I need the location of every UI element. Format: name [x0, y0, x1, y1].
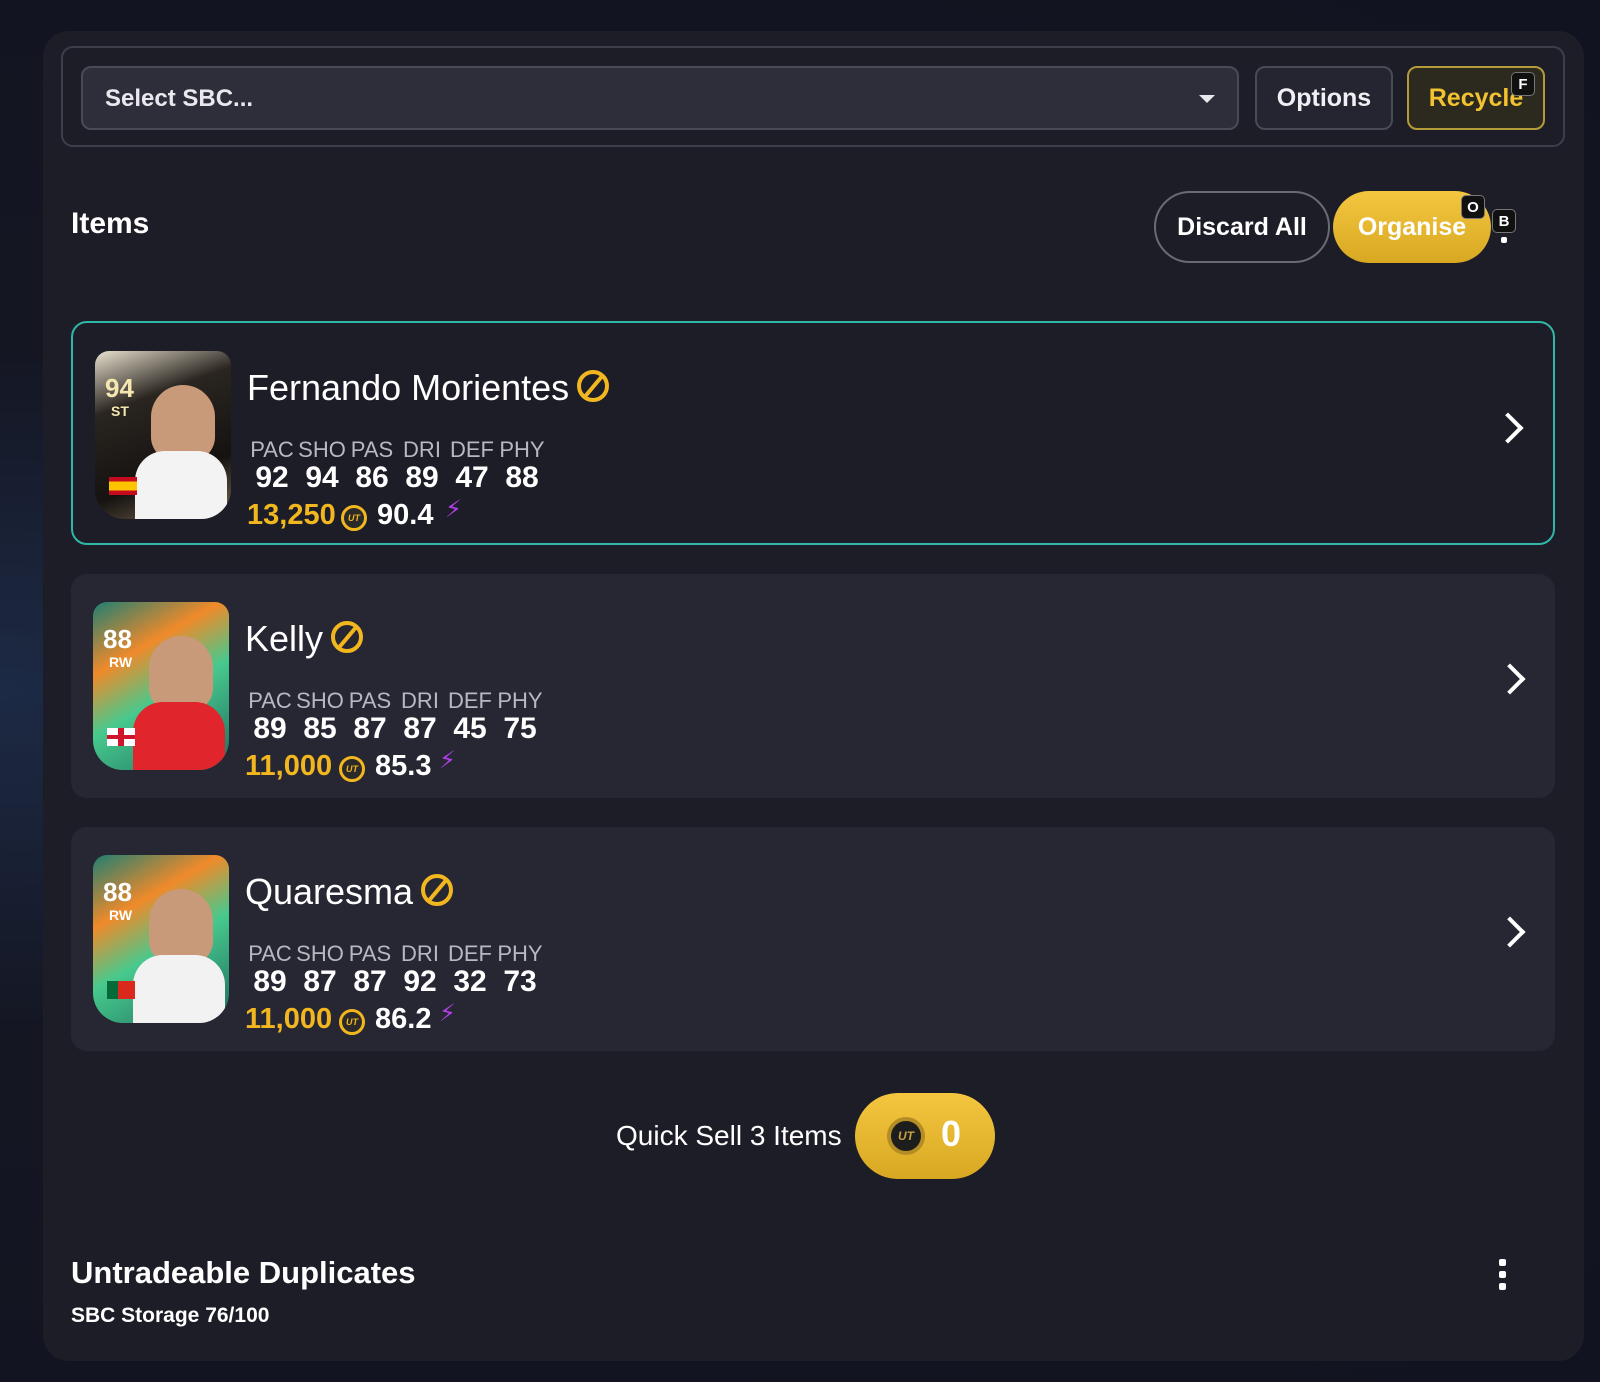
recycle-hotkey-badge: F: [1511, 72, 1535, 96]
options-button[interactable]: Options: [1255, 66, 1393, 130]
player-shirt: [133, 702, 225, 770]
chevron-down-icon: [1199, 95, 1215, 103]
player-item-quaresma[interactable]: 88 RW Quaresma PAC 89 SHO 87 PAS 87 DRI 92 D…: [71, 827, 1555, 1051]
player-rating: 85.3: [375, 750, 432, 782]
price-value: 11,000: [245, 750, 333, 782]
player-name-row: Fernando Morientes: [247, 367, 610, 409]
stat-def: DEF 47: [450, 437, 494, 494]
player-name: Kelly: [245, 618, 324, 659]
coin-icon: UT: [339, 756, 365, 782]
player-card-image: 88 RW: [93, 855, 229, 1023]
evolution-icon: ⚡: [439, 1000, 456, 1027]
organise-button[interactable]: Organise O: [1333, 191, 1491, 263]
card-position: ST: [111, 403, 129, 419]
player-item-morientes[interactable]: 94 ST Fernando Morientes PAC 92 SHO 94 PAS…: [71, 321, 1555, 545]
evolution-icon: ⚡: [439, 747, 456, 774]
chevron-right-icon[interactable]: [1494, 663, 1526, 695]
card-rating: 88: [103, 877, 132, 907]
stat-dri: DRI 92: [401, 941, 439, 998]
recycle-label: Recycle: [1428, 84, 1524, 112]
price-value: 11,000: [245, 1003, 333, 1035]
untradeable-icon: [421, 874, 454, 907]
stat-phy: PHY 88: [499, 437, 545, 494]
quick-sell-button[interactable]: UT 0: [855, 1093, 995, 1179]
untradeable-icon: [331, 621, 364, 654]
untradeable-duplicates-heading: Untradeable Duplicates: [71, 1255, 416, 1290]
stat-dri: DRI 89: [403, 437, 441, 494]
england-flag-icon: [107, 728, 135, 746]
portugal-flag-icon: [107, 981, 135, 999]
untradeable-icon: [577, 370, 610, 403]
player-card-image: 94 ST: [95, 351, 231, 519]
sbc-panel: Select SBC... Options Recycle F Items Di…: [43, 31, 1584, 1361]
stat-sho: SHO 85: [296, 688, 344, 745]
stat-pas: PAS 87: [348, 688, 392, 745]
player-portrait: [151, 385, 215, 461]
duplicates-menu-icon[interactable]: [1499, 1259, 1507, 1295]
quick-sell-label: Quick Sell 3 Items: [616, 1120, 842, 1151]
chevron-right-icon[interactable]: [1494, 916, 1526, 948]
stat-pas: PAS 86: [350, 437, 394, 494]
card-position: RW: [109, 907, 133, 923]
sbc-toolbar: Select SBC... Options Recycle F: [61, 46, 1565, 147]
card-rating: 88: [103, 624, 132, 654]
sbc-select-label: Select SBC...: [105, 85, 254, 112]
discard-all-button[interactable]: Discard All: [1154, 191, 1330, 263]
card-rating: 94: [105, 373, 134, 403]
player-name: Quaresma: [245, 871, 414, 912]
player-shirt: [135, 451, 227, 519]
player-name-row: Quaresma: [245, 871, 454, 913]
stat-def: DEF 32: [448, 941, 492, 998]
recycle-button[interactable]: Recycle F: [1407, 66, 1545, 130]
player-name-row: Kelly: [245, 618, 364, 660]
coin-icon: UT: [339, 1009, 365, 1035]
evolution-icon: ⚡: [445, 496, 462, 523]
organise-hotkey-badge: O: [1461, 195, 1485, 219]
player-portrait: [149, 636, 213, 712]
stat-sho: SHO 94: [298, 437, 346, 494]
items-heading: Items: [71, 207, 150, 240]
spain-flag-icon: [109, 477, 137, 495]
player-card-image: 88 RW: [93, 602, 229, 770]
stat-phy: PHY 75: [497, 688, 543, 745]
stat-def: DEF 45: [448, 688, 492, 745]
player-shirt: [133, 955, 225, 1023]
stat-phy: PHY 73: [497, 941, 543, 998]
stat-sho: SHO 87: [296, 941, 344, 998]
kebab-dot-icon: [1501, 237, 1507, 243]
card-position: RW: [109, 654, 133, 670]
stat-pas: PAS 87: [348, 941, 392, 998]
coin-icon: UT: [341, 505, 367, 531]
quick-sell-value: 0: [941, 1113, 962, 1154]
player-rating: 86.2: [375, 1003, 432, 1035]
sbc-select-dropdown[interactable]: Select SBC...: [81, 66, 1239, 130]
player-rating: 90.4: [377, 499, 434, 531]
menu-hotkey-badge: B: [1492, 209, 1516, 233]
organise-label: Organise: [1357, 213, 1467, 241]
stat-dri: DRI 87: [401, 688, 439, 745]
chevron-right-icon[interactable]: [1492, 412, 1524, 444]
stat-pac: PAC 92: [250, 437, 294, 494]
stat-pac: PAC 89: [248, 941, 292, 998]
sbc-storage-count: SBC Storage 76/100: [71, 1304, 270, 1327]
stat-pac: PAC 89: [248, 688, 292, 745]
player-item-kelly[interactable]: 88 RW Kelly PAC 89 SHO 85 PAS 87 DRI 87 DEF 4…: [71, 574, 1555, 798]
price-value: 13,250: [247, 499, 336, 531]
coin-icon: UT: [887, 1117, 925, 1155]
player-portrait: [149, 889, 213, 965]
player-name: Fernando Morientes: [247, 367, 570, 408]
